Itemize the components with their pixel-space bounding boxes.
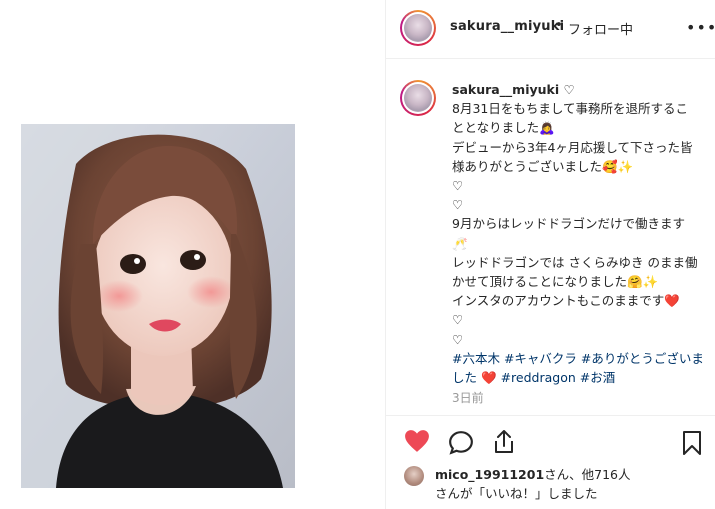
- caption-line: レッドドラゴンでは さくらみゆき のまま働: [452, 254, 698, 270]
- caption-line: ♡: [452, 312, 464, 328]
- caption-line: 様ありがとうございました🥰✨: [452, 158, 634, 174]
- post-media-area: [0, 0, 385, 509]
- caption-line: 🥂: [452, 235, 468, 251]
- caption-avatar[interactable]: [400, 80, 436, 116]
- share-icon[interactable]: [492, 429, 516, 459]
- hashtag-fragment[interactable]: した: [452, 370, 477, 385]
- likes-suffix-text: さんが「いいね！」しました: [435, 486, 598, 501]
- comment-icon[interactable]: [448, 430, 474, 460]
- bookmark-icon[interactable]: [682, 430, 702, 460]
- caption-line: インスタのアカウントもこのままです❤️: [452, 293, 680, 309]
- post-caption: sakura__miyuki ♡ 8月31日をもちまして事務所を退所するこ とと…: [452, 80, 704, 387]
- portrait-image: [21, 124, 295, 488]
- caption-line: 8月31日をもちまして事務所を退所するこ: [452, 101, 688, 117]
- hashtag-line[interactable]: #六本木 #キャバクラ #ありがとうございま: [452, 349, 704, 368]
- caption-line: かせて頂けることになりました🤗✨: [452, 274, 659, 290]
- caption-line: ♡: [452, 178, 464, 194]
- header-separator: •: [555, 18, 563, 33]
- post-timestamp[interactable]: 3日前: [452, 389, 484, 406]
- caption-line: デビューから3年4ヶ月応援して下さった皆: [452, 139, 693, 155]
- caption-line: ととなりました🙇‍♀️: [452, 120, 555, 136]
- post-detail-panel: sakura__miyuki • フォロー中 ••• sakura__miyuk…: [385, 0, 715, 509]
- caption-username[interactable]: sakura__miyuki ♡: [452, 82, 575, 97]
- liker-avatar[interactable]: [404, 466, 424, 486]
- follow-status-button[interactable]: フォロー中: [568, 19, 633, 38]
- caption-line: 9月からはレッドドラゴンだけで働きます: [452, 216, 685, 232]
- more-icon[interactable]: •••: [686, 18, 715, 37]
- hashtag-list[interactable]: #reddragon #お酒: [501, 370, 616, 385]
- header-username[interactable]: sakura__miyuki: [450, 19, 564, 34]
- post-photo[interactable]: [21, 124, 295, 488]
- caption-line: ♡: [452, 197, 464, 213]
- caption-line: ♡: [452, 331, 464, 347]
- heart-emoji: ❤️: [481, 370, 497, 386]
- action-bar: [386, 415, 715, 470]
- post-header: sakura__miyuki • フォロー中 •••: [386, 0, 715, 59]
- likes-count-text[interactable]: さん、他716人: [544, 467, 630, 482]
- liker-username[interactable]: mico_19911201: [435, 467, 544, 482]
- header-avatar[interactable]: [400, 10, 436, 46]
- heart-icon[interactable]: [404, 429, 430, 457]
